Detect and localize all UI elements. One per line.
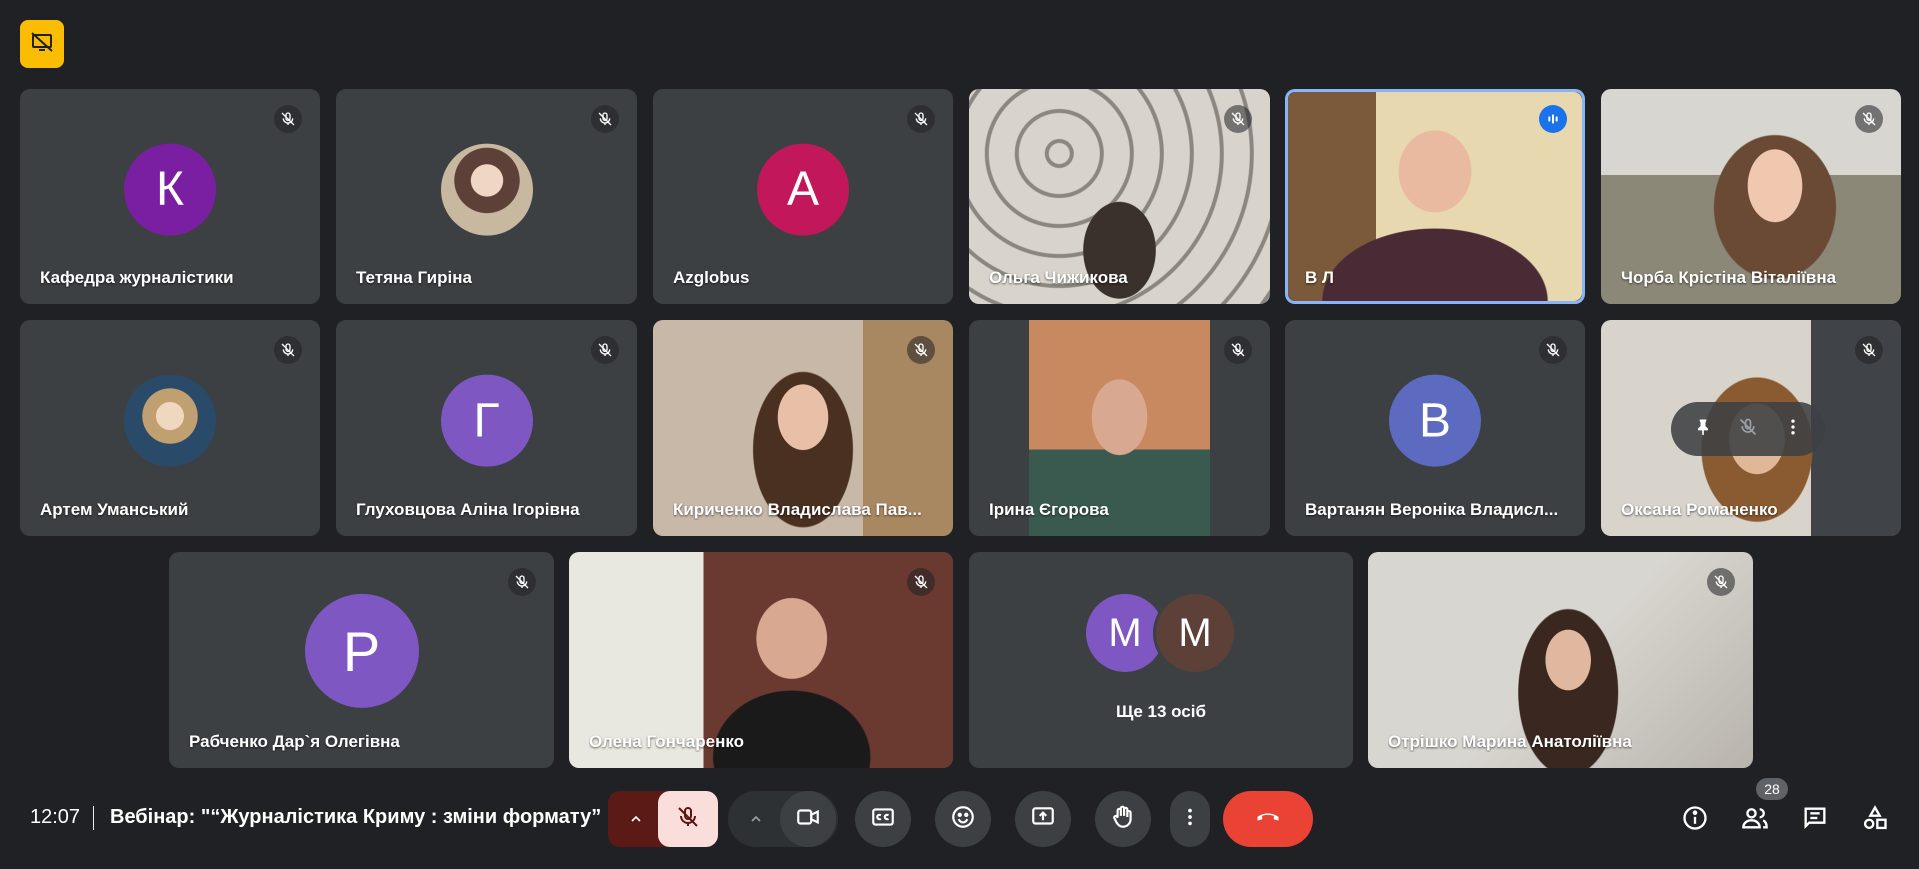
participant-tile[interactable]: Ольга Чижикова: [969, 89, 1270, 304]
participant-name: Олена Гончаренко: [589, 732, 745, 751]
pin-icon[interactable]: [1693, 417, 1713, 442]
closed-captions-icon: [870, 804, 896, 835]
captions-button[interactable]: [855, 791, 911, 847]
participant-tile-speaking[interactable]: В Л: [1285, 89, 1585, 304]
video-options-button[interactable]: [738, 791, 774, 847]
avatar: В: [1389, 374, 1481, 467]
audio-options-button[interactable]: [618, 805, 654, 833]
mic-muted-icon: [274, 336, 302, 364]
speaking-indicator-icon: [1539, 105, 1567, 133]
more-options-icon[interactable]: [1783, 417, 1803, 442]
participant-name: Кириченко Владислава Пав...: [673, 500, 922, 519]
avatar: [124, 374, 216, 467]
participant-name: Тетяна Гиріна: [356, 268, 472, 287]
participant-tile[interactable]: В Вартанян Вероніка Владисл...: [1285, 320, 1585, 536]
participant-tile[interactable]: Отрішко Марина Анатоліївна: [1368, 552, 1753, 768]
participant-name: Ольга Чижикова: [989, 268, 1128, 287]
meeting-clock: 12:07: [30, 806, 81, 828]
video-camera-icon: [795, 804, 821, 835]
mic-toggle-button[interactable]: [658, 791, 718, 847]
more-options-button[interactable]: [1170, 791, 1210, 847]
participant-name: Вартанян Вероніка Владисл...: [1305, 500, 1559, 519]
mic-muted-icon: [907, 568, 935, 596]
participant-name: Оксана Романенко: [1621, 500, 1778, 519]
mic-muted-icon: [1855, 105, 1883, 133]
avatar: [440, 143, 533, 236]
meeting-details-button[interactable]: [1677, 802, 1713, 838]
participant-name: Отрішко Марина Анатоліївна: [1388, 732, 1632, 751]
tile-hover-menu: [1671, 402, 1825, 456]
mic-muted-icon: [591, 105, 619, 133]
participant-tile[interactable]: Оксана Романенко: [1601, 320, 1901, 536]
avatar: M: [1086, 594, 1164, 672]
participant-name: Ірина Єгорова: [989, 500, 1109, 519]
mic-muted-icon: [1855, 336, 1883, 364]
info-icon: [1681, 804, 1709, 837]
participant-tile[interactable]: Кириченко Владислава Пав...: [653, 320, 953, 536]
avatar: M: [1156, 594, 1234, 672]
participant-name: Глуховцова Аліна Ігорівна: [356, 500, 580, 519]
participant-tile[interactable]: Артем Уманський: [20, 320, 320, 536]
participant-tile[interactable]: Чорба Крістіна Віталіївна: [1601, 89, 1901, 304]
participant-name: Рабченко Дар`я Олегівна: [189, 732, 400, 751]
participant-tile[interactable]: Р Рабченко Дар`я Олегівна: [169, 552, 554, 768]
mic-muted-icon: [907, 105, 935, 133]
raise-hand-button[interactable]: [1095, 791, 1151, 847]
avatar: Р: [304, 593, 419, 708]
presentation-off-icon: [30, 30, 54, 59]
participant-name: Артем Уманський: [40, 500, 189, 519]
mic-muted-icon: [1224, 336, 1252, 364]
mic-muted-icon: [274, 105, 302, 133]
mic-muted-icon: [907, 336, 935, 364]
more-people-group: M M Ще 13 осіб: [969, 552, 1353, 768]
avatar: К: [124, 143, 216, 236]
call-end-icon: [1254, 803, 1282, 836]
more-vert-icon: [1179, 806, 1201, 833]
more-participants-tile[interactable]: M M Ще 13 осіб: [969, 552, 1353, 768]
activities-icon: [1861, 804, 1889, 837]
mic-muted-icon: [1539, 336, 1567, 364]
participant-name: Чорба Крістіна Віталіївна: [1621, 268, 1837, 287]
participant-tile[interactable]: Ірина Єгорова: [969, 320, 1270, 536]
reactions-button[interactable]: [935, 791, 991, 847]
mic-muted-icon: [508, 568, 536, 596]
participant-tile[interactable]: К Кафедра журналістики: [20, 89, 320, 304]
chat-icon: [1801, 804, 1829, 837]
emoji-icon: [950, 804, 976, 835]
present-screen-button[interactable]: [1015, 791, 1071, 847]
participant-name: В Л: [1305, 268, 1334, 287]
participant-name: Кафедра журналістики: [40, 268, 234, 287]
meeting-title: Вебінар: "“Журналістика Криму : зміни фо…: [110, 806, 602, 828]
mic-muted-icon[interactable]: [1738, 417, 1758, 442]
mic-muted-icon: [1224, 105, 1252, 133]
avatar: Г: [440, 374, 533, 467]
camera-toggle-button[interactable]: [780, 791, 836, 847]
activities-button[interactable]: [1857, 802, 1893, 838]
present-screen-icon: [1030, 804, 1056, 835]
mic-off-icon: [676, 805, 700, 834]
chat-button[interactable]: [1797, 802, 1833, 838]
participant-name: Azglobus: [673, 268, 750, 287]
avatar: A: [757, 143, 849, 236]
participant-tile[interactable]: A Azglobus: [653, 89, 953, 304]
participant-count-badge: 28: [1756, 778, 1788, 800]
people-button[interactable]: [1737, 802, 1773, 838]
participant-tile[interactable]: Олена Гончаренко: [569, 552, 953, 768]
more-people-label: Ще 13 осіб: [1116, 702, 1206, 721]
mic-muted-icon: [1707, 568, 1735, 596]
divider: [93, 806, 94, 830]
hand-icon: [1110, 804, 1136, 835]
presentation-badge[interactable]: [20, 20, 64, 68]
leave-call-button[interactable]: [1223, 791, 1313, 847]
people-icon: [1741, 804, 1769, 837]
mic-muted-icon: [591, 336, 619, 364]
participant-tile[interactable]: Тетяна Гиріна: [336, 89, 637, 304]
participant-tile[interactable]: Г Глуховцова Аліна Ігорівна: [336, 320, 637, 536]
